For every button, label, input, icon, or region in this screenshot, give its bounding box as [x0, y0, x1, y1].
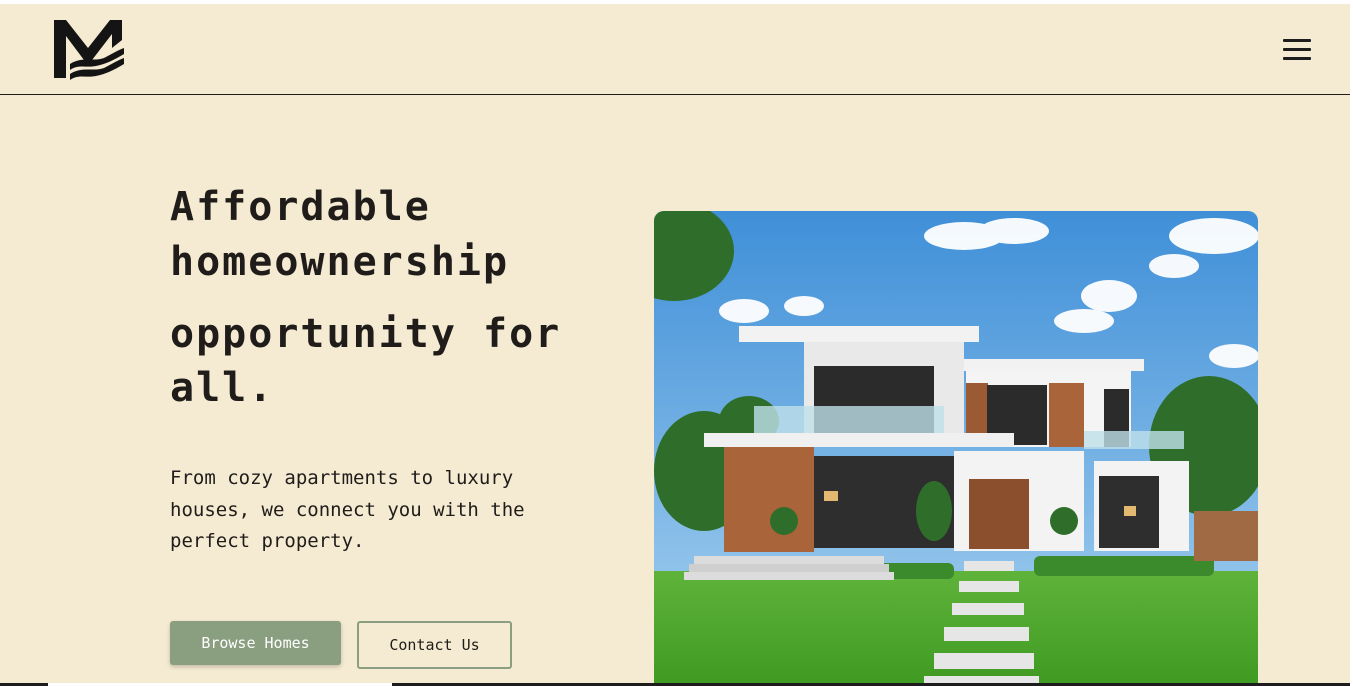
hero-headline-line-4: all. [170, 365, 275, 411]
menu-line [1283, 48, 1311, 51]
wave-m-logo-icon: M [52, 18, 124, 80]
logo[interactable]: M [52, 18, 124, 80]
modern-house-image [654, 211, 1258, 686]
logo-text: M [52, 18, 53, 19]
hero-subtitle: From cozy apartments to luxury houses, w… [170, 467, 525, 552]
hamburger-menu-icon[interactable] [1280, 39, 1314, 65]
browse-homes-button[interactable]: Browse Homes [170, 621, 341, 665]
menu-line [1283, 57, 1311, 60]
hero-headline-line-2: homeownership [170, 239, 510, 285]
site-header: M [0, 4, 1353, 95]
hero-headline-line-1: Affordable [170, 184, 431, 230]
menu-line [1283, 39, 1311, 42]
hero-headline-line-3: opportunity for [170, 311, 562, 357]
contact-us-button[interactable]: Contact Us [357, 621, 512, 669]
